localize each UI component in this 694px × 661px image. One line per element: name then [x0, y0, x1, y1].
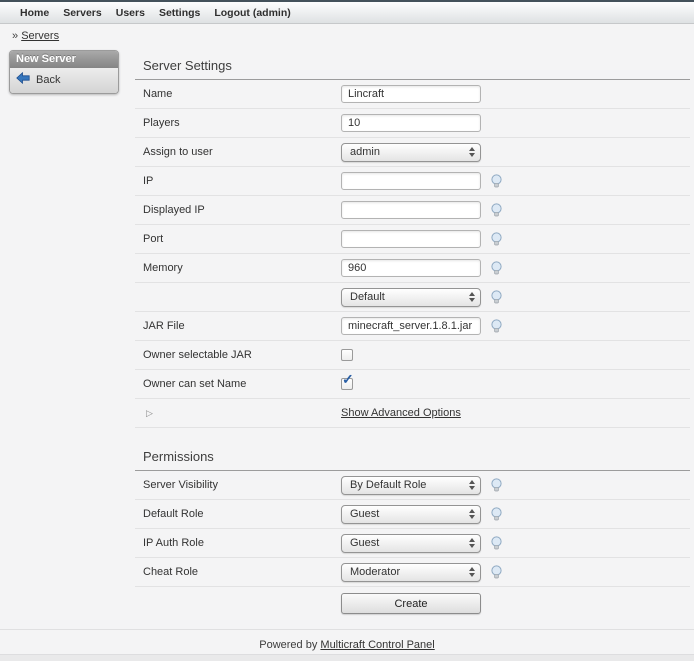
- memory-input[interactable]: [341, 259, 481, 277]
- ip-auth-role-select[interactable]: Guest: [341, 534, 481, 553]
- owner-set-name-label: Owner can set Name: [143, 378, 341, 390]
- jar-file-input[interactable]: [341, 317, 481, 335]
- owner-set-name-checkbox[interactable]: ✓: [341, 378, 353, 390]
- form-row-cheat-role: Cheat Role Moderator: [135, 558, 690, 587]
- ip-input[interactable]: [341, 172, 481, 190]
- form-row-owner-set-name: Owner can set Name ✓: [135, 370, 690, 399]
- server-visibility-help-bulb-icon[interactable]: [490, 478, 503, 493]
- form-row-players: Players: [135, 109, 690, 138]
- nav-item-home[interactable]: Home: [20, 7, 49, 19]
- main-content: Server Settings Name Players Assign to u…: [135, 47, 694, 614]
- page-footer: Powered by Multicraft Control Panel: [0, 629, 694, 651]
- form-row-displayed-ip: Displayed IP: [135, 196, 690, 225]
- select-arrows-icon: [469, 292, 475, 302]
- jar-preset-select[interactable]: Default: [341, 288, 481, 307]
- breadcrumb-marker: »: [12, 30, 18, 42]
- breadcrumb: » Servers: [0, 24, 694, 47]
- multicraft-link[interactable]: Multicraft Control Panel: [320, 639, 434, 651]
- form-row-jar-file: JAR File: [135, 312, 690, 341]
- players-input[interactable]: [341, 114, 481, 132]
- form-row-ip: IP: [135, 167, 690, 196]
- jar-file-label: JAR File: [143, 320, 341, 332]
- form-row-owner-selectable-jar: Owner selectable JAR: [135, 341, 690, 370]
- cheat-role-selected-value: Moderator: [350, 566, 400, 578]
- ip-label: IP: [143, 175, 341, 187]
- displayed-ip-help-bulb-icon[interactable]: [490, 203, 503, 218]
- ip-auth-role-selected-value: Guest: [350, 537, 379, 549]
- ip-auth-role-help-bulb-icon[interactable]: [490, 536, 503, 551]
- select-arrows-icon: [469, 509, 475, 519]
- nav-item-settings[interactable]: Settings: [159, 7, 200, 19]
- assign-user-select[interactable]: admin: [341, 143, 481, 162]
- assign-user-selected-value: admin: [350, 146, 380, 158]
- owner-selectable-jar-label: Owner selectable JAR: [143, 349, 341, 361]
- form-row-advanced-options: ▷ Show Advanced Options: [135, 399, 690, 428]
- back-button[interactable]: Back: [10, 68, 118, 93]
- jar-preset-help-bulb-icon[interactable]: [490, 290, 503, 305]
- checkmark-icon: ✓: [342, 372, 354, 386]
- create-row: Create: [135, 593, 690, 614]
- sidebar-panel-title: New Server: [10, 51, 118, 68]
- jar-file-help-bulb-icon[interactable]: [490, 319, 503, 334]
- port-input[interactable]: [341, 230, 481, 248]
- form-row-server-visibility: Server Visibility By Default Role: [135, 471, 690, 500]
- select-arrows-icon: [469, 147, 475, 157]
- players-label: Players: [143, 117, 341, 129]
- memory-label: Memory: [143, 262, 341, 274]
- form-row-memory: Memory: [135, 254, 690, 283]
- permissions-heading: Permissions: [135, 442, 690, 471]
- create-button[interactable]: Create: [341, 593, 481, 614]
- form-row-ip-auth-role: IP Auth Role Guest: [135, 529, 690, 558]
- select-arrows-icon: [469, 480, 475, 490]
- powered-by-text: Powered by: [259, 639, 317, 651]
- owner-selectable-jar-checkbox[interactable]: [341, 349, 353, 361]
- port-label: Port: [143, 233, 341, 245]
- ip-auth-role-label: IP Auth Role: [143, 537, 341, 549]
- server-visibility-select[interactable]: By Default Role: [341, 476, 481, 495]
- cheat-role-select[interactable]: Moderator: [341, 563, 481, 582]
- default-role-selected-value: Guest: [350, 508, 379, 520]
- form-row-assign-user: Assign to user admin: [135, 138, 690, 167]
- assign-user-label: Assign to user: [143, 146, 341, 158]
- port-help-bulb-icon[interactable]: [490, 232, 503, 247]
- displayed-ip-input[interactable]: [341, 201, 481, 219]
- back-button-label: Back: [36, 74, 60, 86]
- form-row-default-role: Default Role Guest: [135, 500, 690, 529]
- sidebar: New Server Back: [0, 47, 135, 94]
- displayed-ip-label: Displayed IP: [143, 204, 341, 216]
- back-arrow-icon: [16, 72, 30, 87]
- form-row-port: Port: [135, 225, 690, 254]
- show-advanced-options-link[interactable]: Show Advanced Options: [341, 407, 461, 419]
- cheat-role-label: Cheat Role: [143, 566, 341, 578]
- default-role-select[interactable]: Guest: [341, 505, 481, 524]
- new-server-panel: New Server Back: [9, 50, 119, 94]
- default-role-label: Default Role: [143, 508, 341, 520]
- jar-preset-selected-value: Default: [350, 291, 385, 303]
- form-row-name: Name: [135, 80, 690, 109]
- nav-item-users[interactable]: Users: [116, 7, 145, 19]
- name-input[interactable]: [341, 85, 481, 103]
- select-arrows-icon: [469, 538, 475, 548]
- memory-help-bulb-icon[interactable]: [490, 261, 503, 276]
- top-nav-bar: Home Servers Users Settings Logout (admi…: [0, 0, 694, 24]
- nav-item-logout[interactable]: Logout (admin): [214, 7, 290, 19]
- ip-help-bulb-icon[interactable]: [490, 174, 503, 189]
- cheat-role-help-bulb-icon[interactable]: [490, 565, 503, 580]
- server-settings-heading: Server Settings: [135, 51, 690, 80]
- bottom-strip: [0, 654, 694, 661]
- breadcrumb-servers-link[interactable]: Servers: [21, 30, 59, 42]
- server-visibility-label: Server Visibility: [143, 479, 341, 491]
- server-visibility-selected-value: By Default Role: [350, 479, 426, 491]
- name-label: Name: [143, 88, 341, 100]
- form-row-jar-preset: Default: [135, 283, 690, 312]
- nav-item-servers[interactable]: Servers: [63, 7, 102, 19]
- select-arrows-icon: [469, 567, 475, 577]
- disclosure-triangle-icon[interactable]: ▷: [143, 408, 341, 419]
- default-role-help-bulb-icon[interactable]: [490, 507, 503, 522]
